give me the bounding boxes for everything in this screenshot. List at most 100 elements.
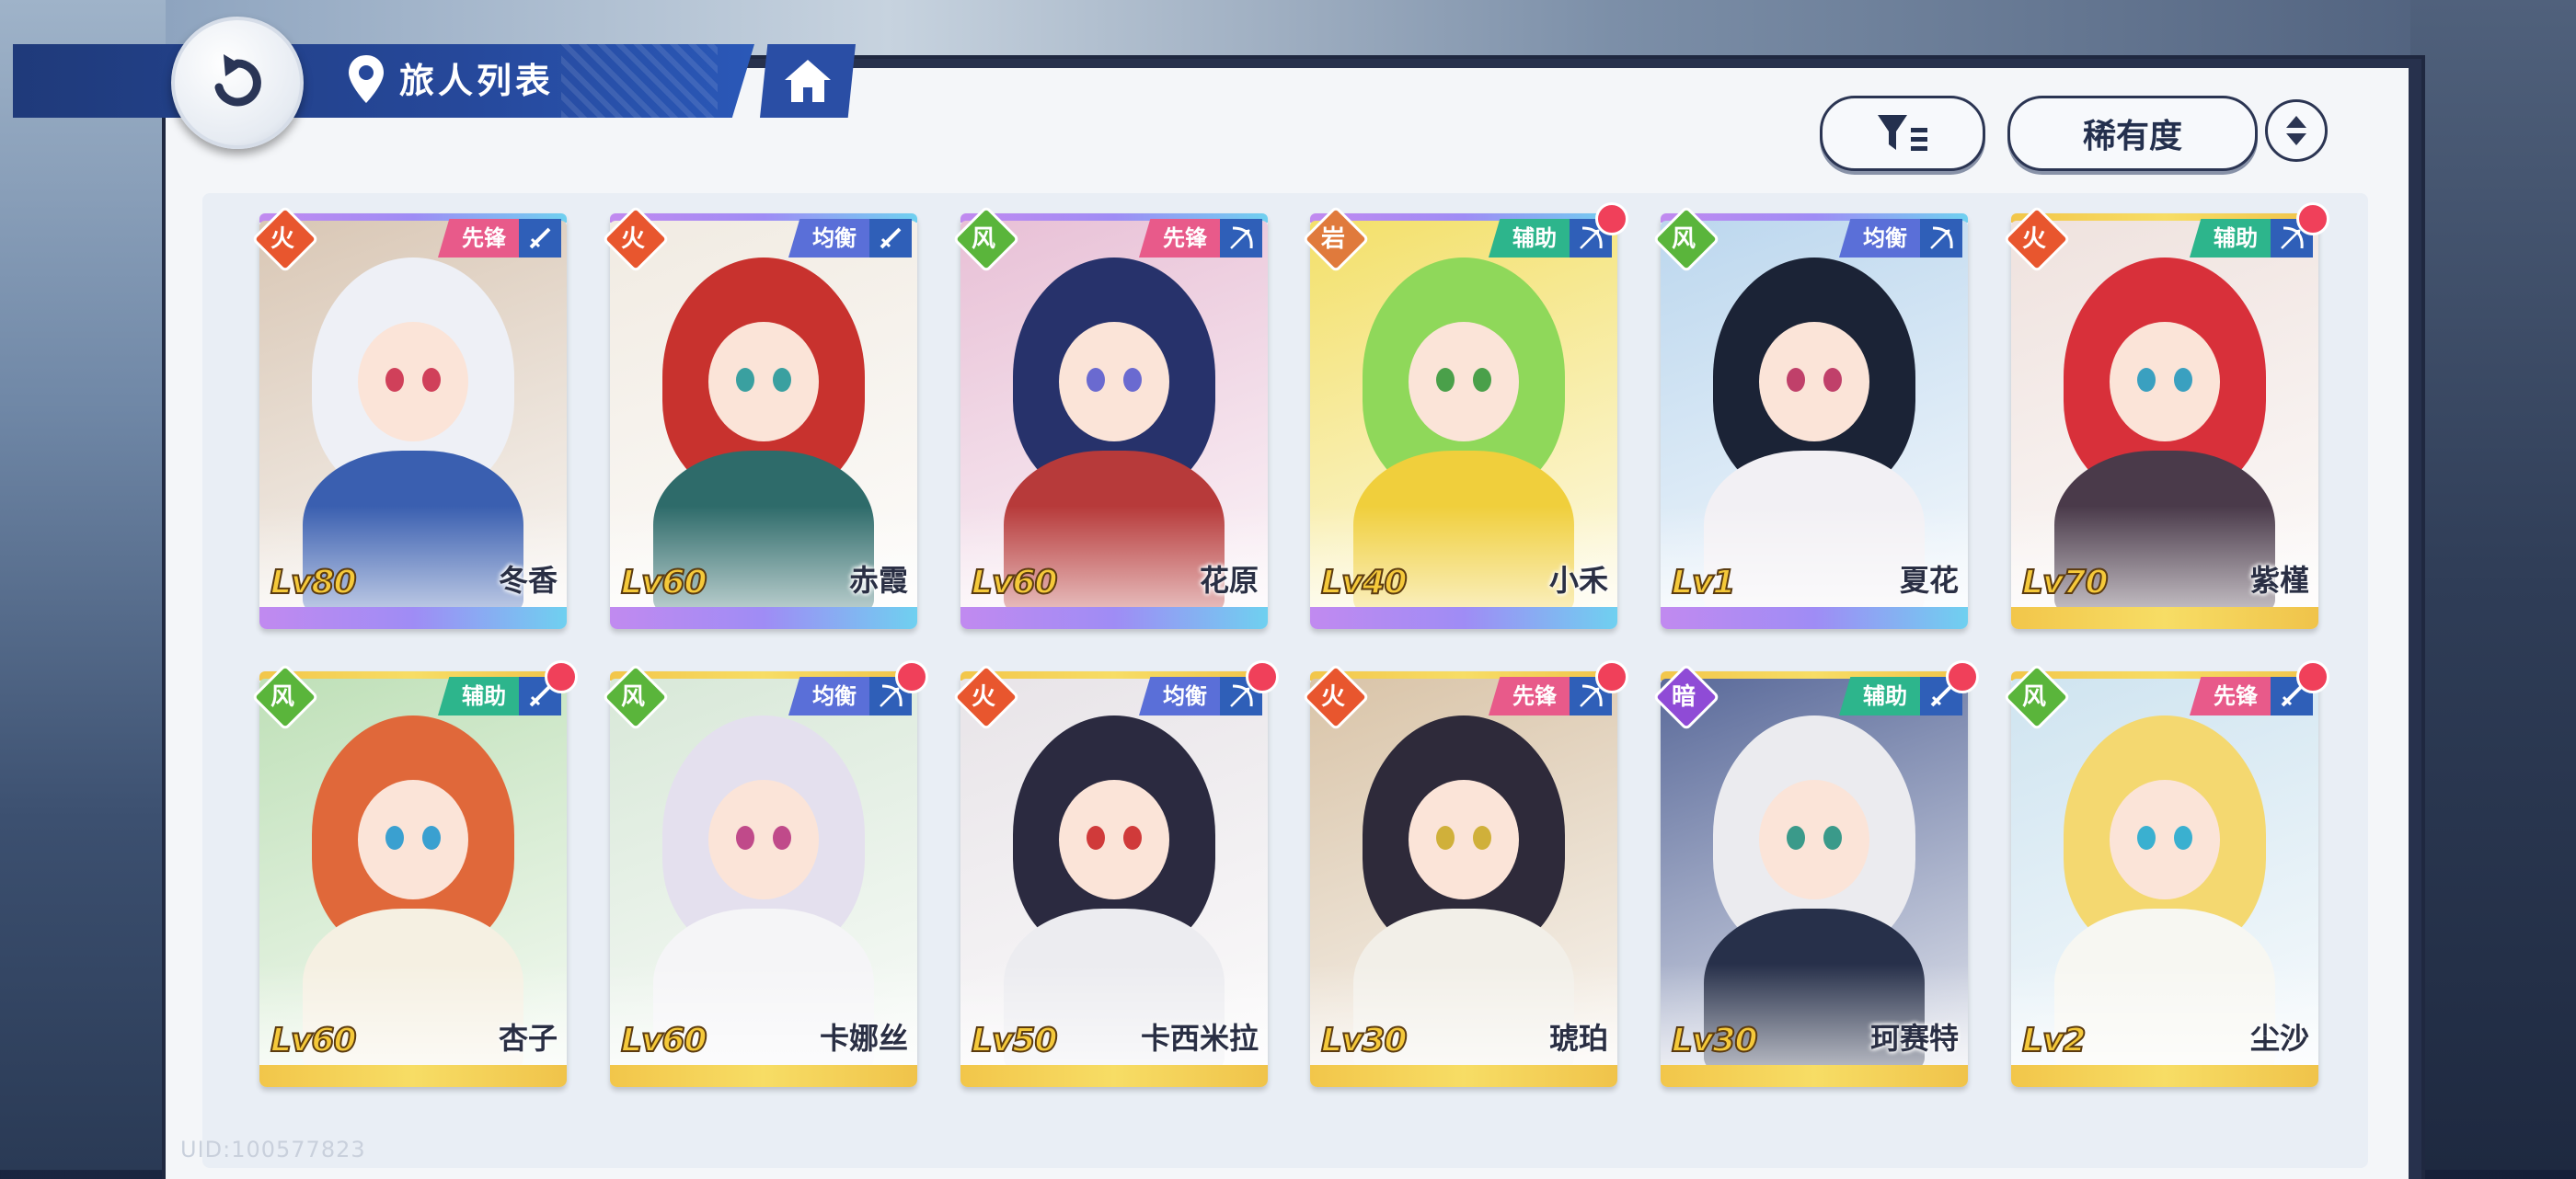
- character-card[interactable]: Lv60 赤霞 火 均衡: [602, 205, 917, 629]
- portrait-eye: [1087, 368, 1105, 392]
- portrait-face: [2110, 780, 2220, 899]
- portrait-face: [2110, 322, 2220, 441]
- portrait-eye: [773, 826, 791, 850]
- portrait-face: [1759, 322, 1869, 441]
- character-name: 紫槿: [2249, 563, 2309, 598]
- character-card[interactable]: Lv60 杏子 风 辅助: [251, 660, 578, 1087]
- portrait-eye: [422, 826, 441, 850]
- bow-icon: [1220, 219, 1262, 258]
- rarity-band: [259, 1065, 567, 1087]
- back-button[interactable]: [171, 17, 304, 149]
- rarity-band: [2011, 1065, 2318, 1087]
- role-label: 均衡: [1839, 219, 1920, 258]
- character-card[interactable]: Lv60 花原 风 先锋: [952, 205, 1268, 629]
- page-title: 旅人列表: [399, 61, 555, 101]
- portrait-face: [358, 780, 468, 899]
- character-name: 琥珀: [1548, 1021, 1608, 1056]
- portrait-eye: [773, 368, 791, 392]
- portrait-eye: [422, 368, 441, 392]
- role-badge: 均衡: [788, 219, 912, 258]
- character-card[interactable]: Lv80 冬香 火 先锋: [251, 205, 567, 629]
- character-card[interactable]: Lv60 卡娜丝 风 均衡: [602, 660, 928, 1087]
- wind-icon: 风: [1652, 205, 1720, 273]
- sort-descending-icon: [2286, 133, 2306, 145]
- rarity-band: [610, 607, 917, 629]
- character-name: 赤霞: [848, 563, 908, 598]
- role-badge: 先锋: [2190, 677, 2313, 715]
- fire-icon: 火: [602, 205, 670, 273]
- fire-icon: 火: [1302, 663, 1370, 731]
- background-right: [2410, 0, 2576, 1170]
- portrait-face: [1759, 780, 1869, 899]
- role-label: 均衡: [1139, 677, 1220, 715]
- role-label: 辅助: [1489, 219, 1570, 258]
- rarity-band: [259, 607, 567, 629]
- new-indicator-dot: [2296, 202, 2329, 235]
- character-name: 尘沙: [2249, 1021, 2309, 1056]
- character-card[interactable]: Lv2 尘沙 风 先锋: [2003, 660, 2329, 1087]
- portrait-eye: [1087, 826, 1105, 850]
- character-card[interactable]: Lv40 小禾 岩 辅助: [1302, 202, 1628, 629]
- wind-icon: 风: [602, 663, 670, 731]
- rarity-band: [2011, 607, 2318, 629]
- character-card[interactable]: Lv1 夏花 风 均衡: [1652, 205, 1968, 629]
- portrait-face: [1059, 780, 1169, 899]
- character-card[interactable]: Lv30 琥珀 火 先锋: [1302, 660, 1628, 1087]
- role-badge: 先锋: [438, 219, 561, 258]
- character-level: Lv40: [1320, 563, 1409, 602]
- character-card[interactable]: Lv30 珂赛特 暗 辅助: [1652, 660, 1979, 1087]
- portrait-eye: [2174, 826, 2192, 850]
- portrait-face: [708, 322, 819, 441]
- role-badge: 均衡: [788, 677, 912, 715]
- portrait-eye: [2137, 368, 2156, 392]
- role-label: 均衡: [788, 219, 869, 258]
- portrait-eye: [1123, 826, 1142, 850]
- back-arrow-icon: [214, 54, 261, 107]
- new-indicator-dot: [1595, 660, 1628, 693]
- portrait-eye: [1123, 368, 1142, 392]
- character-name: 珂赛特: [1869, 1021, 1959, 1056]
- rarity-band: [1661, 1065, 1968, 1087]
- portrait-eye: [385, 826, 404, 850]
- character-level: Lv50: [971, 1021, 1059, 1060]
- dark-icon: 暗: [1652, 663, 1720, 731]
- character-level: Lv60: [971, 563, 1059, 602]
- rarity-band: [960, 1065, 1268, 1087]
- sort-rarity-button[interactable]: 稀有度: [2007, 96, 2258, 171]
- portrait-eye: [736, 368, 754, 392]
- role-label: 均衡: [788, 677, 869, 715]
- role-label: 辅助: [2190, 219, 2271, 258]
- home-button[interactable]: [760, 44, 856, 118]
- role-badge: 辅助: [2190, 219, 2313, 258]
- new-indicator-dot: [1946, 660, 1979, 693]
- character-level: Lv2: [2021, 1021, 2087, 1060]
- fire-icon: 火: [2003, 205, 2071, 273]
- wind-icon: 风: [251, 663, 319, 731]
- rarity-band: [610, 1065, 917, 1087]
- portrait-eye: [385, 368, 404, 392]
- role-badge: 辅助: [1839, 677, 1962, 715]
- wind-icon: 风: [952, 205, 1020, 273]
- filter-button[interactable]: [1820, 96, 1985, 171]
- character-level: Lv1: [1671, 563, 1736, 602]
- sword-icon: [519, 219, 561, 258]
- character-level: Lv60: [620, 563, 707, 602]
- new-indicator-dot: [545, 660, 578, 693]
- character-card[interactable]: Lv70 紫槿 火 辅助: [2003, 202, 2329, 629]
- portrait-eye: [1787, 368, 1805, 392]
- rarity-band: [1310, 607, 1617, 629]
- portrait-face: [708, 780, 819, 899]
- character-card[interactable]: Lv50 卡西米拉 火 均衡: [952, 660, 1279, 1087]
- new-indicator-dot: [895, 660, 928, 693]
- role-badge: 均衡: [1839, 219, 1962, 258]
- portrait-eye: [1823, 368, 1842, 392]
- portrait-eye: [1787, 826, 1805, 850]
- new-indicator-dot: [1595, 202, 1628, 235]
- sword-icon: [869, 219, 912, 258]
- character-name: 卡西米拉: [1140, 1021, 1259, 1056]
- character-name: 小禾: [1548, 563, 1608, 598]
- portrait-eye: [2137, 826, 2156, 850]
- sort-order-toggle[interactable]: [2265, 99, 2328, 162]
- earth-icon: 岩: [1302, 205, 1370, 273]
- character-level: Lv30: [1671, 1021, 1759, 1060]
